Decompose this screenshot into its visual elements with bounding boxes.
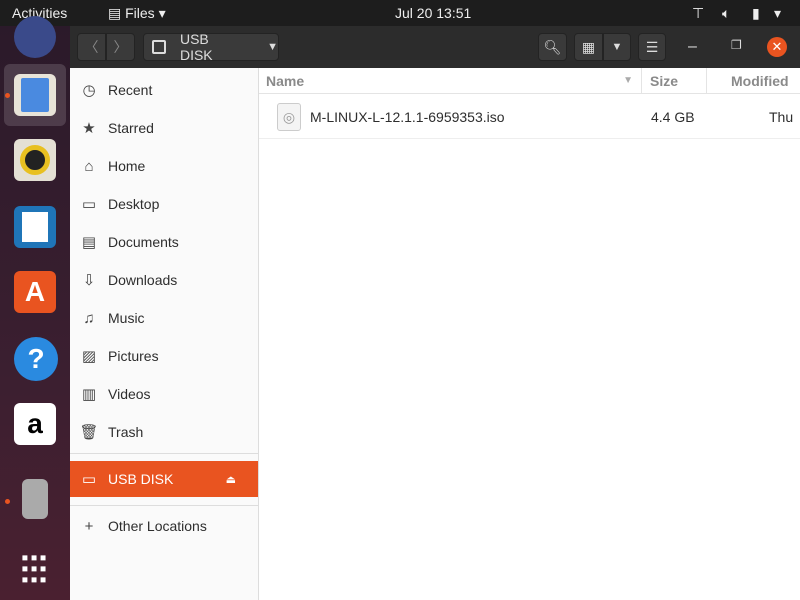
location-button[interactable]: USB DISK ▼	[143, 31, 279, 63]
sidebar-item-label: Other Locations	[108, 518, 207, 534]
column-header-modified[interactable]: Modified	[707, 68, 800, 94]
sidebar-item-videos[interactable]: ▥ Videos	[70, 375, 258, 413]
dock: A ? a ▪▪▪ ▪▪▪ ▪▪▪	[0, 16, 70, 600]
back-button[interactable]: 〈	[77, 33, 106, 61]
files-cabinet-icon: ▤	[108, 5, 126, 21]
thunderbird-icon[interactable]	[14, 16, 56, 58]
sidebar-item-label: Documents	[108, 234, 179, 250]
menu-button[interactable]: ☰	[638, 33, 666, 61]
file-name: M-LINUX-L-12.1.1-6959353.iso	[310, 109, 505, 125]
minimize-button[interactable]: –	[688, 38, 697, 56]
sidebar: ◷ Recent ★ Starred ⌂ Home ▭ Desktop ▤ Documen…	[70, 68, 259, 600]
search-button[interactable]: 🔍︎	[538, 33, 567, 61]
sidebar-item-starred[interactable]: ★ Starred	[70, 109, 258, 147]
document-icon: ▤	[81, 234, 97, 251]
show-applications-icon[interactable]: ▪▪▪ ▪▪▪ ▪▪▪	[14, 548, 56, 590]
trash-icon: 🗑︎	[79, 424, 99, 441]
clock[interactable]: Jul 20 13:51	[395, 5, 471, 21]
sidebar-item-usb-disk[interactable]: ▭ USB DISK ⏏	[70, 461, 258, 497]
column-label: Size	[650, 72, 679, 89]
drive-icon	[152, 40, 166, 54]
sidebar-item-desktop[interactable]: ▭ Desktop	[70, 185, 258, 223]
sidebar-item-documents[interactable]: ▤ Documents	[70, 223, 258, 261]
sidebar-item-label: Downloads	[108, 272, 178, 288]
battery-icon[interactable]: ▮	[752, 5, 760, 22]
location-label: USB DISK	[179, 31, 213, 63]
sidebar-item-label: Desktop	[108, 196, 160, 212]
network-icon[interactable]: ⊤	[692, 5, 704, 22]
forward-button[interactable]: 〉	[106, 33, 135, 61]
libreoffice-writer-icon[interactable]	[14, 206, 56, 248]
sidebar-item-label: USB DISK	[108, 471, 174, 487]
sidebar-item-downloads[interactable]: ⇩ Downloads	[70, 261, 258, 299]
sidebar-item-home[interactable]: ⌂ Home	[70, 147, 258, 185]
file-list: Name ▼ Size Modified ◎ M-LINUX-L-12.1.1-6…	[259, 68, 800, 600]
header-bar: 〈 〉 USB DISK ▼ 🔍︎ ▦ ▼ ☰ – ❐ ✕	[70, 26, 800, 68]
sidebar-item-label: Home	[108, 158, 146, 174]
sidebar-item-label: Videos	[108, 386, 151, 402]
sidebar-item-trash[interactable]: 🗑︎ Trash	[70, 413, 258, 451]
grid-view-button[interactable]: ▦	[574, 33, 603, 61]
hamburger-icon: ☰	[645, 38, 659, 55]
grid-icon: ▦	[581, 38, 596, 55]
close-button[interactable]: ✕	[767, 37, 787, 57]
picture-icon: ▨	[81, 348, 97, 365]
divider	[70, 505, 258, 506]
column-label: Modified	[731, 72, 789, 89]
sidebar-item-label: Starred	[108, 120, 154, 136]
divider	[70, 453, 258, 454]
rhythmbox-icon[interactable]	[14, 139, 56, 181]
sidebar-item-recent[interactable]: ◷ Recent	[70, 71, 258, 109]
music-icon: ♫	[83, 309, 95, 327]
download-icon: ⇩	[82, 272, 96, 289]
usb-disk-icon[interactable]	[22, 479, 48, 519]
drive-icon: ▭	[81, 471, 97, 488]
star-icon: ★	[82, 120, 96, 137]
column-header-name[interactable]: Name ▼	[259, 68, 642, 94]
running-indicator	[5, 93, 10, 98]
system-menu-chevron-icon[interactable]: ▾	[774, 5, 781, 22]
search-icon: 🔍︎	[543, 38, 562, 55]
file-modified: Thu	[769, 109, 794, 125]
clock-icon: ◷	[82, 82, 96, 99]
amazon-icon[interactable]: a	[14, 403, 56, 445]
files-app-menu[interactable]: ▤ Files ▾	[108, 5, 166, 22]
ubuntu-software-icon[interactable]: A	[14, 271, 56, 313]
volume-icon[interactable]: 🔈︎	[722, 5, 730, 22]
video-icon: ▥	[81, 386, 97, 403]
sidebar-item-label: Trash	[108, 424, 144, 440]
chevron-down-icon: ▼	[267, 41, 278, 53]
file-size: 4.4 GB	[651, 109, 695, 125]
sidebar-item-label: Recent	[108, 82, 153, 98]
app-menu-label: Files	[125, 5, 155, 21]
files-icon[interactable]	[14, 74, 56, 116]
sidebar-item-pictures[interactable]: ▨ Pictures	[70, 337, 258, 375]
sort-descending-icon: ▼	[623, 75, 633, 86]
running-indicator	[5, 499, 10, 504]
desktop-icon: ▭	[81, 196, 97, 213]
sidebar-item-other-locations[interactable]: + Other Locations	[70, 507, 258, 545]
sidebar-item-music[interactable]: ♫ Music	[70, 299, 258, 337]
file-row[interactable]: ◎ M-LINUX-L-12.1.1-6959353.iso 4.4 GB Th…	[259, 98, 800, 139]
top-bar: Activities ▤ Files ▾ Jul 20 13:51 ⊤ 🔈︎ ▮…	[0, 0, 800, 26]
chevron-down-icon: ▼	[611, 41, 623, 53]
view-options-button[interactable]: ▼	[603, 33, 631, 61]
column-header-size[interactable]: Size	[642, 68, 707, 94]
home-icon: ⌂	[84, 157, 94, 175]
eject-icon[interactable]: ⏏	[226, 473, 236, 486]
column-label: Name	[266, 72, 305, 89]
maximize-button[interactable]: ❐	[731, 38, 742, 52]
sidebar-item-label: Music	[108, 310, 145, 326]
help-icon[interactable]: ?	[14, 337, 58, 381]
plus-icon: +	[84, 517, 94, 535]
disc-image-icon: ◎	[277, 103, 301, 131]
sidebar-item-label: Pictures	[108, 348, 159, 364]
